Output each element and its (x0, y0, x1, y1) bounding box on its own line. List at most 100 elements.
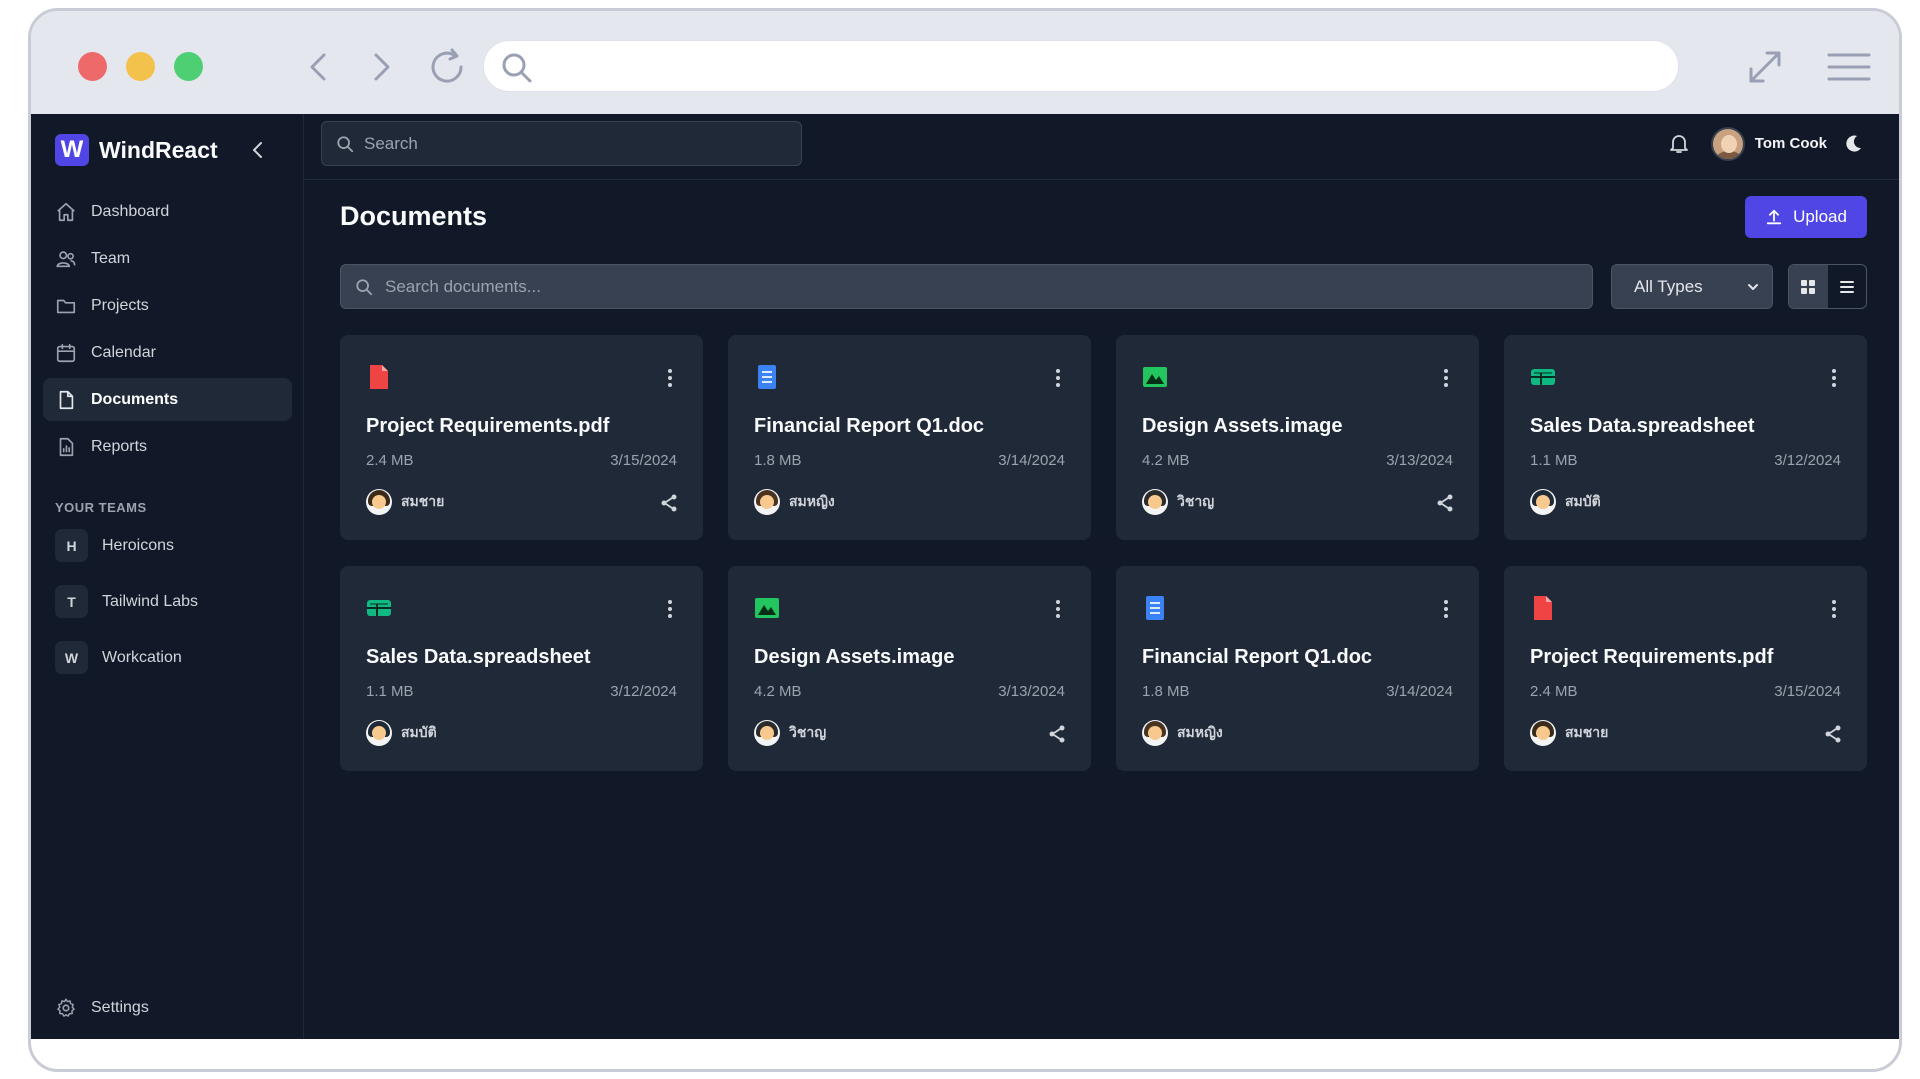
type-filter-select[interactable]: All Types (1611, 264, 1773, 309)
document-owner: สมหญิง (754, 489, 835, 515)
upload-button[interactable]: Upload (1745, 196, 1867, 238)
chevron-down-icon (1748, 283, 1758, 290)
team-badge: T (55, 585, 88, 618)
brand[interactable]: W WindReact (55, 134, 218, 166)
user-menu[interactable]: Tom Cook (1710, 126, 1863, 161)
share-icon[interactable] (1435, 493, 1455, 513)
more-options-icon[interactable] (1825, 367, 1843, 389)
document-owner: สมชาย (1530, 720, 1608, 746)
document-date: 3/14/2024 (998, 452, 1065, 469)
document-card[interactable]: Design Assets.image 4.2 MB 3/13/2024 วิช… (728, 566, 1091, 771)
sidebar-item-reports[interactable]: Reports (43, 425, 292, 468)
document-date: 3/13/2024 (998, 683, 1065, 700)
sidebar-item-dashboard[interactable]: Dashboard (43, 190, 292, 233)
more-options-icon[interactable] (661, 598, 679, 620)
menu-icon[interactable] (1825, 47, 1873, 87)
minimize-window-button[interactable] (126, 52, 155, 81)
sidebar-item-calendar[interactable]: Calendar (43, 331, 292, 374)
document-owner: สมบัติ (366, 720, 437, 746)
share-icon[interactable] (1823, 724, 1843, 744)
team-badge: W (55, 641, 88, 674)
image-file-icon (755, 598, 779, 618)
document-card[interactable]: Project Requirements.pdf 2.4 MB 3/15/202… (340, 335, 703, 540)
more-options-icon[interactable] (1825, 598, 1843, 620)
sidebar-item-documents[interactable]: Documents (43, 378, 292, 421)
document-card[interactable]: Project Requirements.pdf 2.4 MB 3/15/202… (1504, 566, 1867, 771)
team-item-tailwind-labs[interactable]: T Tailwind Labs (55, 585, 280, 618)
document-card[interactable]: Financial Report Q1.doc 1.8 MB 3/14/2024… (728, 335, 1091, 540)
sidebar-item-label: Projects (91, 296, 149, 314)
more-options-icon[interactable] (1437, 367, 1455, 389)
owner-name: สมบัติ (1565, 493, 1601, 509)
document-size: 4.2 MB (1142, 452, 1190, 469)
document-date: 3/12/2024 (1774, 452, 1841, 469)
sidebar-nav: Dashboard Team Projects Calendar Documen… (43, 190, 292, 472)
avatar (366, 720, 392, 746)
forward-icon[interactable] (361, 47, 401, 87)
users-icon (56, 250, 76, 267)
team-item-workcation[interactable]: W Workcation (55, 641, 280, 674)
more-options-icon[interactable] (1437, 598, 1455, 620)
document-name: Financial Report Q1.doc (1142, 646, 1373, 668)
document-card[interactable]: Financial Report Q1.doc 1.8 MB 3/14/2024… (1116, 566, 1479, 771)
owner-name: สมบัติ (401, 724, 437, 740)
more-options-icon[interactable] (1049, 598, 1067, 620)
maximize-window-button[interactable] (174, 52, 203, 81)
brand-logo: W (55, 134, 89, 166)
document-size: 1.1 MB (366, 683, 414, 700)
document-card[interactable]: Sales Data.spreadsheet 1.1 MB 3/12/2024 … (340, 566, 703, 771)
share-icon[interactable] (1047, 724, 1067, 744)
sidebar-item-team[interactable]: Team (43, 237, 292, 280)
topbar: Search Tom Cook (304, 114, 1899, 180)
list-view-button[interactable] (1828, 265, 1867, 308)
search-placeholder: Search (364, 133, 418, 153)
upload-icon (1766, 209, 1782, 225)
document-size: 2.4 MB (1530, 683, 1578, 700)
avatar (1142, 489, 1168, 515)
app-shell: W WindReact Dashboard Team Projects Cale… (31, 114, 1899, 1039)
document-card[interactable]: Sales Data.spreadsheet 1.1 MB 3/12/2024 … (1504, 335, 1867, 540)
moon-icon[interactable] (1843, 134, 1863, 154)
document-date: 3/13/2024 (1386, 452, 1453, 469)
global-search-input[interactable]: Search (321, 121, 802, 166)
doc-file-icon (1146, 596, 1164, 620)
grid-icon (1801, 279, 1816, 294)
document-card[interactable]: Design Assets.image 4.2 MB 3/13/2024 วิช… (1116, 335, 1479, 540)
close-window-button[interactable] (78, 52, 107, 81)
document-date: 3/15/2024 (610, 452, 677, 469)
document-name: Design Assets.image (754, 646, 955, 668)
avatar (1530, 720, 1556, 746)
doc-file-icon (758, 365, 776, 389)
collapse-sidebar-icon[interactable] (246, 138, 270, 162)
share-icon[interactable] (659, 493, 679, 513)
list-icon (1839, 280, 1854, 293)
address-bar[interactable] (483, 40, 1679, 92)
team-label: Heroicons (102, 536, 175, 554)
reload-icon[interactable] (424, 44, 470, 90)
document-owner: สมหญิง (1142, 720, 1223, 746)
document-search-input[interactable]: Search documents... (340, 264, 1593, 309)
view-toggle (1788, 264, 1867, 309)
document-date: 3/14/2024 (1386, 683, 1453, 700)
sidebar-item-projects[interactable]: Projects (43, 284, 292, 327)
avatar (754, 489, 780, 515)
document-name: Project Requirements.pdf (366, 415, 610, 437)
more-options-icon[interactable] (661, 367, 679, 389)
document-owner: วิชาญ (754, 720, 826, 746)
expand-icon[interactable] (1745, 47, 1785, 87)
team-item-heroicons[interactable]: H Heroicons (55, 529, 280, 562)
more-options-icon[interactable] (1049, 367, 1067, 389)
bell-icon[interactable] (1667, 131, 1691, 155)
search-icon (337, 135, 354, 152)
back-icon[interactable] (299, 47, 339, 87)
search-placeholder: Search documents... (385, 276, 541, 296)
avatar (1530, 489, 1556, 515)
team-badge: H (55, 529, 88, 562)
spreadsheet-file-icon (367, 600, 391, 616)
brand-name: WindReact (99, 136, 218, 163)
sidebar: W WindReact Dashboard Team Projects Cale… (31, 114, 304, 1039)
grid-view-button[interactable] (1789, 265, 1828, 308)
avatar (366, 489, 392, 515)
sidebar-item-settings[interactable]: Settings (55, 997, 149, 1019)
document-size: 1.1 MB (1530, 452, 1578, 469)
